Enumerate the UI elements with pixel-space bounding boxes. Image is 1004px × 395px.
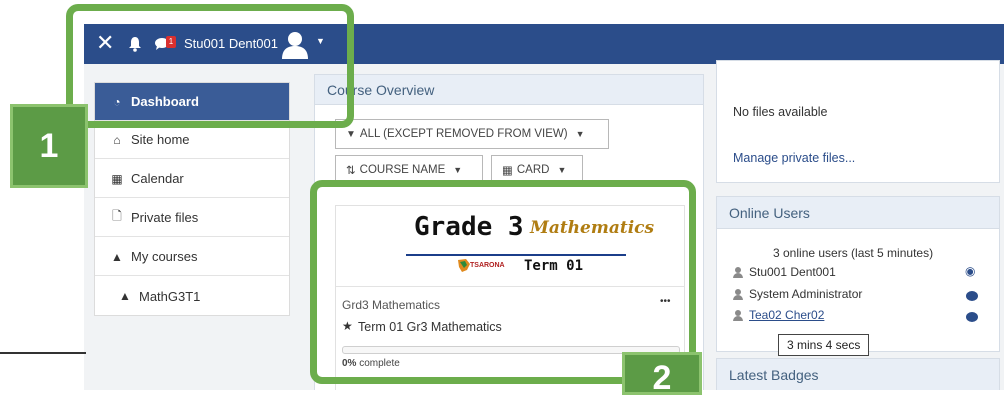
sidebar-item-label: Private files <box>131 210 199 225</box>
private-files-block: No files available Manage private files.… <box>716 60 1000 183</box>
online-user-row: Tea02 Cher02 <box>733 306 824 324</box>
annotation-line <box>0 352 86 354</box>
sidebar-item-label: My courses <box>131 249 198 264</box>
eye-icon[interactable]: ◉ <box>965 264 975 278</box>
sidebar-item-label: MathG3T1 <box>139 288 201 304</box>
chevron-down-icon: ▼ <box>557 165 567 175</box>
online-user-name[interactable]: Stu001 Dent001 <box>749 265 836 279</box>
view-label: CARD <box>516 164 550 176</box>
online-user-name[interactable]: Tea02 Cher02 <box>749 308 824 322</box>
home-icon: ⌂ <box>113 132 121 147</box>
annotation-label-1: 1 <box>10 104 88 188</box>
filter-dropdown[interactable]: ▼ ALL (EXCEPT REMOVED FROM VIEW) ▼ <box>335 119 609 149</box>
online-user-row: Stu001 Dent001 <box>733 263 836 281</box>
online-users-summary: 3 online users (last 5 minutes) <box>773 246 934 260</box>
latest-badges-header: Latest Badges <box>717 359 999 390</box>
grid-icon: ▦ <box>502 165 513 177</box>
online-user-name[interactable]: System Administrator <box>749 287 862 301</box>
graduation-cap-icon: ▲ <box>119 289 131 303</box>
latest-badges-title: Latest Badges <box>729 366 819 383</box>
online-users-header: Online Users <box>717 197 999 229</box>
filter-label: ALL (EXCEPT REMOVED FROM VIEW) <box>359 128 568 140</box>
tooltip: 3 mins 4 secs <box>778 334 870 356</box>
user-icon <box>733 288 743 300</box>
sidebar-item-mathg3t1[interactable]: ▲ MathG3T1 <box>95 277 289 315</box>
online-user-row: System Administrator <box>733 285 862 303</box>
chat-icon[interactable] <box>966 312 978 322</box>
manage-private-files-link[interactable]: Manage private files... <box>733 151 855 165</box>
chevron-down-icon: ▼ <box>453 165 463 175</box>
no-files-text: No files available <box>733 105 828 119</box>
sidebar-item-private-files[interactable]: 🗋 Private files <box>95 199 289 237</box>
sidebar-item-label: Site home <box>131 132 190 147</box>
right-column: No files available Manage private files.… <box>716 60 1000 390</box>
chevron-down-icon: ▼ <box>575 129 585 139</box>
sort-icon: ⇅ <box>346 165 356 177</box>
annotation-box-1 <box>66 4 354 128</box>
chat-icon[interactable] <box>966 291 978 301</box>
sidebar-item-label: Calendar <box>131 171 184 186</box>
online-users-block: Online Users 3 online users (last 5 minu… <box>716 196 1000 352</box>
user-icon <box>733 266 743 278</box>
graduation-cap-icon: ▲ <box>111 249 123 264</box>
tooltip-text: 3 mins 4 secs <box>787 338 861 352</box>
annotation-label-2: 2 <box>622 352 702 395</box>
course-overview-header: Course Overview <box>315 75 703 105</box>
sidebar-item-my-courses[interactable]: ▲ My courses <box>95 238 289 276</box>
file-icon: 🗋 <box>112 209 122 223</box>
user-icon <box>733 309 743 321</box>
sort-label: COURSE NAME <box>359 164 446 176</box>
annotation-label-1-text: 1 <box>39 126 59 165</box>
filter-icon: ▼ <box>346 128 356 140</box>
calendar-icon: ▦ <box>111 171 123 186</box>
sidebar-item-calendar[interactable]: ▦ Calendar <box>95 160 289 198</box>
annotation-label-2-text: 2 <box>652 359 672 395</box>
latest-badges-block: Latest Badges <box>716 358 1000 390</box>
online-users-title: Online Users <box>729 204 810 221</box>
